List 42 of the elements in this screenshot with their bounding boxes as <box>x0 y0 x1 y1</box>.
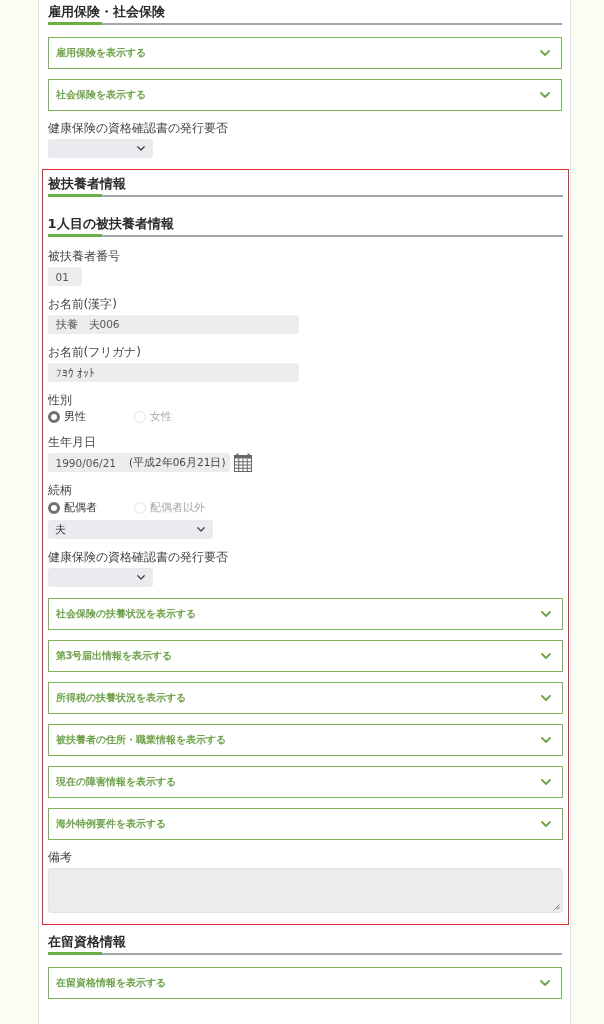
section-heading: 在留資格情報 <box>48 933 126 951</box>
date-field[interactable]: 1990/06/21 (平成2年06月21日) <box>47 453 230 472</box>
radio-button[interactable] <box>47 502 60 514</box>
field-label: 健康保険の資格確認書の発行要否 <box>47 550 228 565</box>
accordion-toggle[interactable]: 所得税の扶養状況を表示する <box>47 682 563 714</box>
calendar-icon[interactable] <box>233 453 252 472</box>
text-field[interactable]: 扶養 夫006 <box>47 315 299 334</box>
subsection-heading: 1人目の被扶養者情報 <box>47 215 174 233</box>
field-label: 生年月日 <box>47 435 96 450</box>
chevron-down-icon <box>136 575 145 580</box>
radio-button[interactable] <box>47 411 60 423</box>
dropdown[interactable] <box>48 139 153 158</box>
section-heading: 被扶養者情報 <box>47 175 126 193</box>
field-label: 備考 <box>47 850 72 865</box>
chevron-down-icon <box>137 146 145 151</box>
accordion-toggle[interactable]: 現在の障害情報を表示する <box>47 766 563 798</box>
accordion-toggle[interactable]: 雇用保険を表示する <box>48 37 562 69</box>
option-label: 配偶者 <box>63 501 97 515</box>
text-field[interactable]: ﾌﾖｳ ｵｯﾄ <box>47 363 299 382</box>
accordion-toggle[interactable]: 第3号届出情報を表示する <box>47 640 563 672</box>
accordion-toggle[interactable]: 社会保険の扶養状況を表示する <box>47 598 563 630</box>
resize-grip-icon[interactable] <box>553 904 560 910</box>
dropdown[interactable] <box>47 568 153 587</box>
option-label: 女性 <box>149 410 172 424</box>
dropdown[interactable]: 夫 <box>47 520 213 539</box>
chevron-down-icon <box>196 527 205 532</box>
field-label: 性別 <box>47 393 72 408</box>
field-label: 続柄 <box>47 483 72 498</box>
accordion-toggle[interactable]: 社会保険を表示する <box>48 79 562 111</box>
section-heading: 雇用保険・社会保険 <box>48 3 165 21</box>
option-label: 男性 <box>63 410 86 424</box>
era-date-text: (平成2年06月21日) <box>128 455 226 470</box>
field-label: お名前(フリガナ) <box>47 345 141 360</box>
field-label: 健康保険の資格確認書の発行要否 <box>48 121 228 136</box>
accordion-toggle[interactable]: 被扶養者の住所・職業情報を表示する <box>47 724 563 756</box>
accordion-toggle[interactable]: 海外特例要件を表示する <box>47 808 563 840</box>
field-label: 被扶養者番号 <box>47 249 120 264</box>
field-label: お名前(漢字) <box>47 297 117 312</box>
accordion-toggle[interactable]: 在留資格情報を表示する <box>48 967 562 999</box>
text-field[interactable]: 01 <box>47 267 82 286</box>
textarea-field[interactable] <box>47 868 563 913</box>
option-label: 配偶者以外 <box>149 501 205 515</box>
